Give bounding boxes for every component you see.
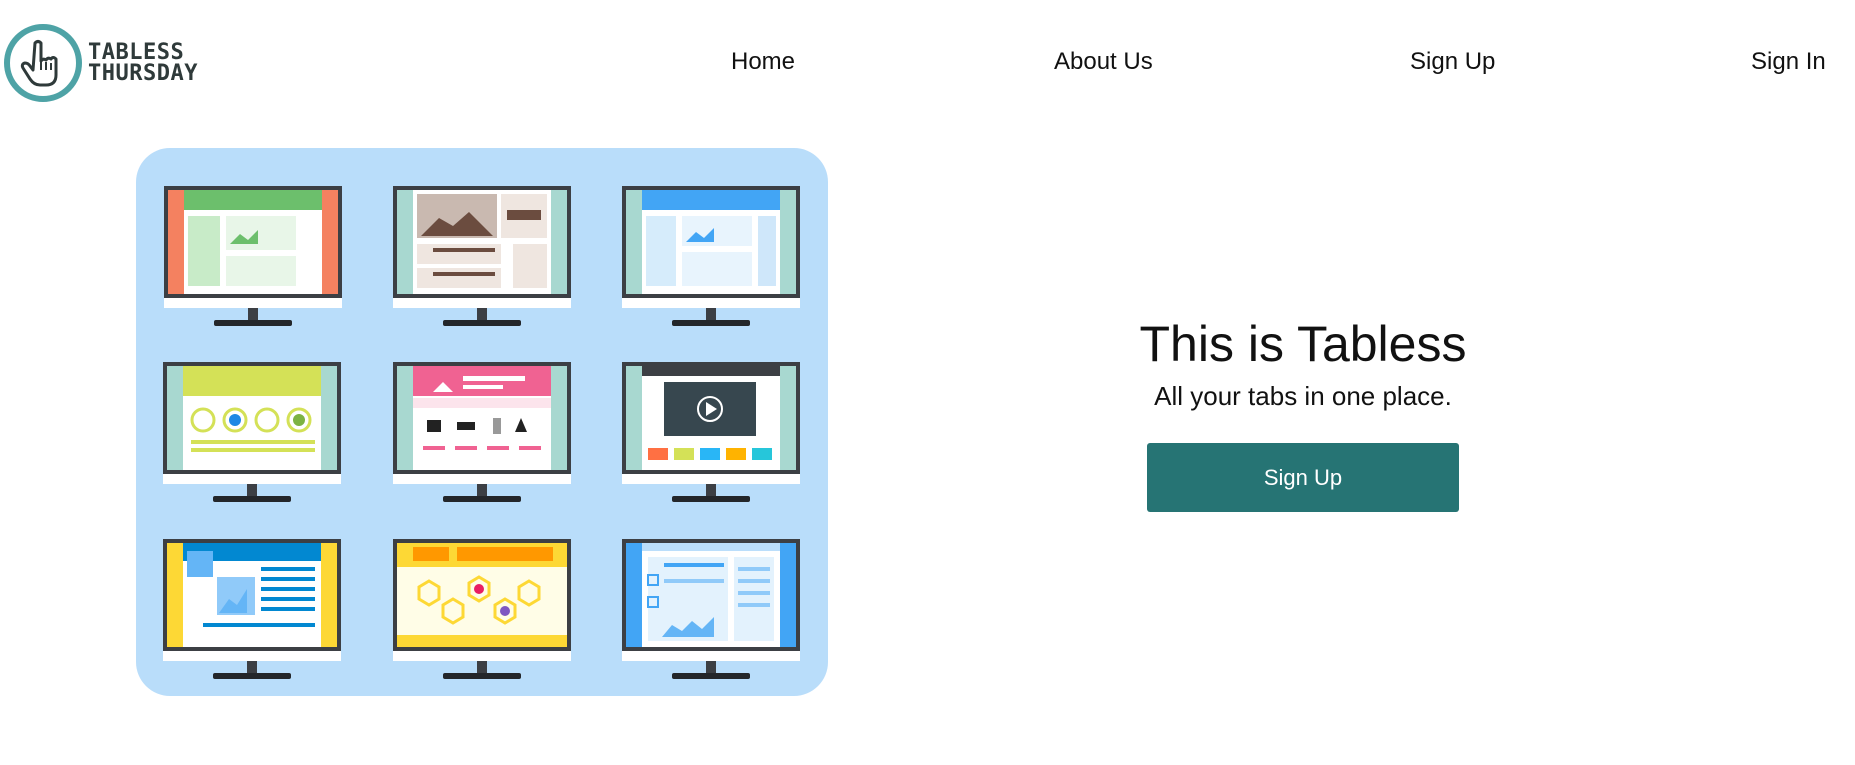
brand-line-2: THURSDAY [88, 61, 198, 86]
monitor-mockup-2 [393, 186, 571, 326]
nav-home-link[interactable]: Home [731, 48, 795, 75]
monitor-mockup-1 [164, 186, 342, 326]
website-mockups-illustration [136, 148, 828, 696]
hero-title: This is Tabless [1139, 316, 1467, 372]
nav-signin-link[interactable]: Sign In [1751, 48, 1826, 75]
brand-logo[interactable]: TABLESS THURSDAY [4, 24, 198, 102]
nav-about-link[interactable]: About Us [1054, 48, 1153, 75]
hero-signup-button[interactable]: Sign Up [1147, 443, 1459, 512]
monitor-mockup-6 [622, 362, 800, 502]
monitor-mockup-4 [163, 362, 341, 502]
monitor-mockup-8 [393, 539, 571, 679]
hero-subtitle: All your tabs in one place. [1154, 381, 1452, 411]
monitor-mockup-3 [622, 186, 800, 326]
hero-section: This is Tabless All your tabs in one pla… [1058, 312, 1548, 512]
brand-line-1: TABLESS [88, 40, 185, 65]
pointer-hand-icon [4, 24, 82, 102]
nav-signup-link[interactable]: Sign Up [1410, 48, 1495, 75]
monitor-mockup-5 [393, 362, 571, 502]
brand-name: TABLESS THURSDAY [88, 40, 198, 86]
monitor-mockup-9 [622, 539, 800, 679]
monitor-mockup-7 [163, 539, 341, 679]
